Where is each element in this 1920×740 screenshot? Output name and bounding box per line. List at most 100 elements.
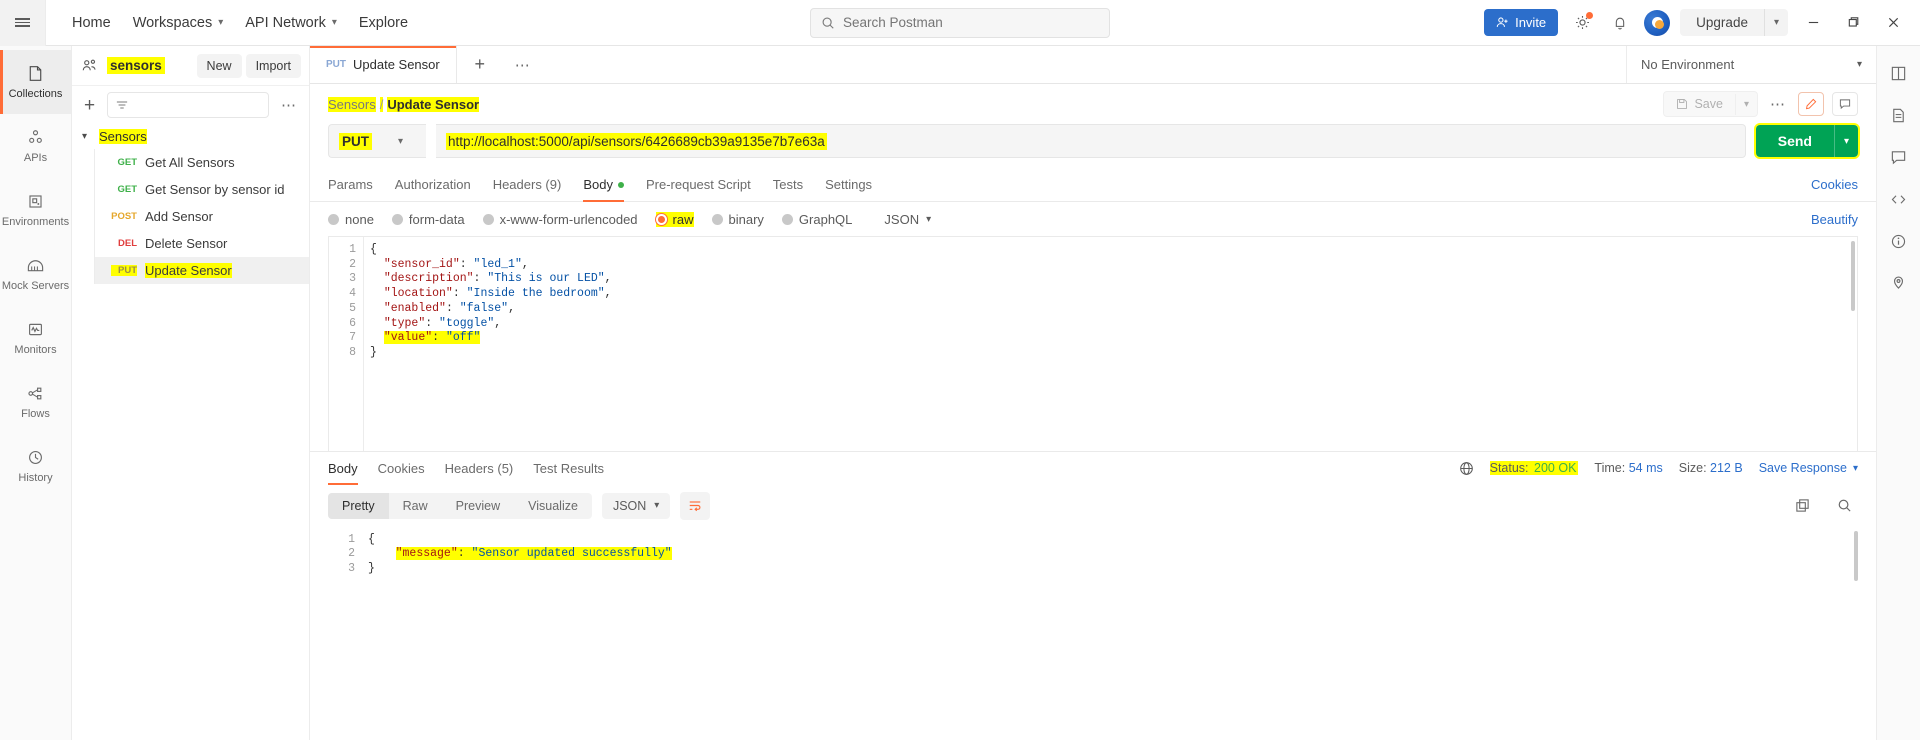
request-item-add-sensor[interactable]: POST Add Sensor <box>95 203 309 230</box>
tab-options-icon[interactable]: ⋯ <box>503 46 543 83</box>
new-tab-icon[interactable]: + <box>457 46 503 83</box>
url-input[interactable]: http://localhost:5000/api/sensors/642668… <box>436 124 1746 158</box>
global-search[interactable] <box>810 7 1110 38</box>
cookies-link[interactable]: Cookies <box>1811 177 1858 192</box>
sidebar-item-collections[interactable]: Collections <box>0 50 71 114</box>
code-line[interactable]: } <box>362 562 1858 577</box>
tab-pre-request-script[interactable]: Pre-request Script <box>646 168 751 201</box>
bell-icon[interactable] <box>1606 9 1634 37</box>
collection-row-sensors[interactable]: ▾ Sensors <box>72 124 309 149</box>
nav-item-workspaces[interactable]: Workspaces ▾ <box>123 9 234 37</box>
code-line[interactable]: "location": "Inside the bedroom", <box>364 287 1857 302</box>
chevron-down-icon[interactable]: ▾ <box>1734 93 1757 115</box>
copy-icon[interactable] <box>1788 492 1816 520</box>
response-code[interactable]: { "message": "Sensor updated successfull… <box>362 527 1858 740</box>
sidebar-item-flows[interactable]: Flows <box>0 370 71 434</box>
wrap-lines-icon[interactable] <box>680 491 711 520</box>
close-icon[interactable] <box>1878 8 1908 38</box>
minimize-icon[interactable] <box>1798 8 1828 38</box>
edit-icon[interactable] <box>1798 92 1824 116</box>
response-body[interactable]: 123 { "message": "Sensor updated success… <box>310 527 1876 740</box>
hamburger-icon[interactable] <box>0 0 46 46</box>
restore-icon[interactable] <box>1838 8 1868 38</box>
sidebar-item-environments[interactable]: Environments <box>0 178 71 242</box>
chevron-down-icon[interactable]: ▾ <box>1765 11 1788 34</box>
tab-update-sensor[interactable]: PUT Update Sensor <box>310 46 457 83</box>
send-button[interactable]: Send <box>1755 125 1834 157</box>
save-button[interactable]: Save <box>1664 92 1735 116</box>
tab-tests[interactable]: Tests <box>773 168 803 201</box>
nav-item-home[interactable]: Home <box>62 9 121 37</box>
method-selector[interactable]: PUT ▾ <box>328 124 426 158</box>
response-scrollbar[interactable] <box>1854 530 1858 581</box>
response-tab-test-results[interactable]: Test Results <box>533 452 604 484</box>
nav-item-api-network[interactable]: API Network ▾ <box>235 9 347 37</box>
layout-icon[interactable] <box>1877 52 1920 94</box>
location-icon[interactable] <box>1877 262 1920 304</box>
search-icon[interactable] <box>1830 492 1858 520</box>
filter-input[interactable] <box>107 92 269 118</box>
comments-icon[interactable] <box>1877 136 1920 178</box>
raw-format-selector[interactable]: JSON ▾ <box>884 212 931 227</box>
breadcrumb-collection[interactable]: Sensors <box>328 96 376 112</box>
sidebar-item-mock-servers[interactable]: Mock Servers <box>0 242 71 306</box>
body-mode-graphql[interactable]: GraphQL <box>781 212 852 227</box>
sidebar-item-monitors[interactable]: Monitors <box>0 306 71 370</box>
beautify-link[interactable]: Beautify <box>1811 212 1858 227</box>
editor-scrollbar[interactable] <box>1851 241 1855 311</box>
body-mode-urlencoded[interactable]: x-www-form-urlencoded <box>482 212 638 227</box>
body-mode-none[interactable]: none <box>328 212 374 227</box>
response-tab-headers[interactable]: Headers (5) <box>445 452 514 484</box>
code-line[interactable]: { <box>364 243 1857 258</box>
code-line[interactable]: "sensor_id": "led_1", <box>364 258 1857 273</box>
request-item-delete-sensor[interactable]: DEL Delete Sensor <box>95 230 309 257</box>
search-input[interactable] <box>843 15 1099 30</box>
response-tab-body[interactable]: Body <box>328 452 358 485</box>
response-tab-cookies[interactable]: Cookies <box>378 452 425 484</box>
code-line[interactable]: "description": "This is our LED", <box>364 272 1857 287</box>
sidebar-item-apis[interactable]: APIs <box>0 114 71 178</box>
import-button[interactable]: Import <box>245 53 301 78</box>
user-avatar[interactable] <box>1644 9 1671 36</box>
more-actions-icon[interactable]: ⋯ <box>1766 95 1790 113</box>
tab-body[interactable]: Body <box>583 168 624 202</box>
code-line[interactable]: "type": "toggle", <box>364 317 1857 332</box>
editor-code[interactable]: { "sensor_id": "led_1", "description": "… <box>363 237 1857 451</box>
request-item-get-all-sensors[interactable]: GET Get All Sensors <box>95 149 309 176</box>
chevron-down-icon[interactable]: ▾ <box>1833 125 1858 157</box>
sidebar-item-history[interactable]: History <box>0 434 71 498</box>
new-button[interactable]: New <box>196 53 242 78</box>
code-line[interactable]: "enabled": "false", <box>364 302 1857 317</box>
gear-icon[interactable] <box>1568 9 1596 37</box>
code-line[interactable]: "value": "off" <box>364 331 1857 346</box>
request-item-update-sensor[interactable]: PUT Update Sensor <box>95 257 309 284</box>
view-mode-preview[interactable]: Preview <box>442 493 514 519</box>
view-mode-visualize[interactable]: Visualize <box>514 493 592 519</box>
tab-headers[interactable]: Headers (9) <box>493 168 562 201</box>
tab-authorization[interactable]: Authorization <box>395 168 471 201</box>
code-line[interactable]: } <box>364 346 1857 361</box>
view-mode-raw[interactable]: Raw <box>389 493 442 519</box>
request-item-get-sensor-by-sensor-id[interactable]: GET Get Sensor by sensor id <box>95 176 309 203</box>
invite-button[interactable]: Invite <box>1484 9 1559 36</box>
save-response-button[interactable]: Save Response ▾ <box>1759 461 1858 475</box>
upgrade-button[interactable]: Upgrade <box>1680 9 1764 36</box>
nav-item-explore[interactable]: Explore <box>349 9 418 37</box>
add-icon[interactable]: + <box>80 96 99 115</box>
code-icon[interactable] <box>1877 178 1920 220</box>
body-mode-raw[interactable]: raw <box>655 211 694 227</box>
documentation-icon[interactable] <box>1877 94 1920 136</box>
body-mode-form-data[interactable]: form-data <box>391 212 465 227</box>
info-icon[interactable] <box>1877 220 1920 262</box>
code-line[interactable]: { <box>362 533 1858 548</box>
request-body-editor[interactable]: 12345678 { "sensor_id": "led_1", "descri… <box>328 236 1858 451</box>
code-line[interactable]: "message": "Sensor updated successfully" <box>362 547 1858 562</box>
response-format-selector[interactable]: JSON ▾ <box>601 492 671 519</box>
body-mode-binary[interactable]: binary <box>711 212 764 227</box>
environment-selector[interactable]: No Environment ▾ <box>1626 46 1876 83</box>
sidebar-more-icon[interactable]: ⋯ <box>277 96 301 114</box>
view-mode-pretty[interactable]: Pretty <box>328 492 389 519</box>
tab-params[interactable]: Params <box>328 168 373 201</box>
comment-icon[interactable] <box>1832 92 1858 116</box>
tab-settings[interactable]: Settings <box>825 168 872 201</box>
